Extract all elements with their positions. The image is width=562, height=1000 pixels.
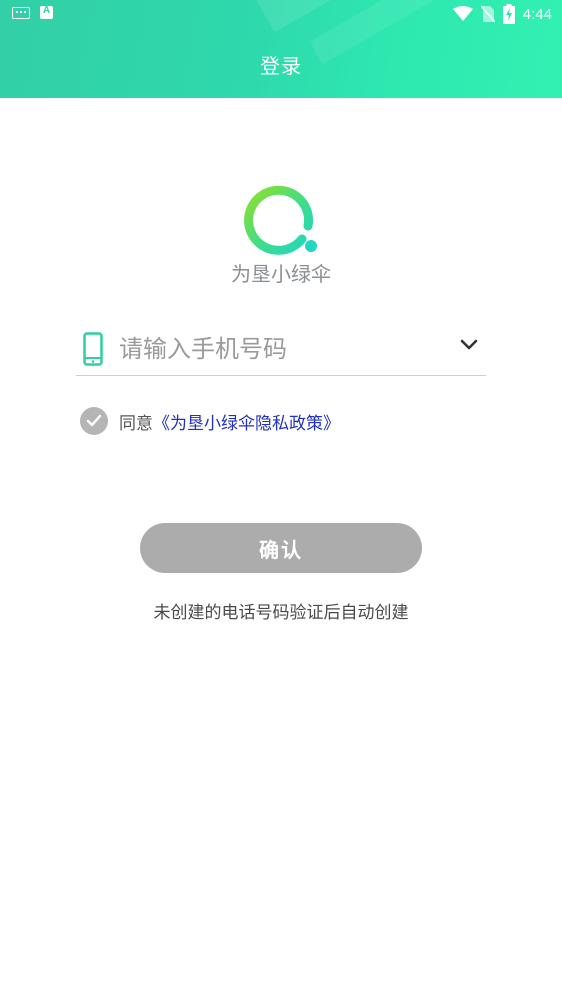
app-header: A 4:44 登录 bbox=[0, 0, 562, 98]
font-a-icon: A bbox=[40, 5, 53, 19]
wifi-icon bbox=[452, 6, 473, 21]
page-title: 登录 bbox=[260, 54, 302, 78]
phone-field bbox=[76, 322, 486, 376]
keyboard-icon bbox=[12, 6, 30, 19]
status-time: 4:44 bbox=[522, 5, 552, 23]
battery-charging-icon bbox=[502, 4, 515, 24]
agreement-row: 同意 《为垦小绿伞隐私政策》 bbox=[80, 407, 340, 435]
mobile-phone-icon bbox=[83, 331, 103, 366]
confirm-button[interactable]: 确认 bbox=[140, 523, 422, 573]
checkmark-icon bbox=[86, 414, 102, 427]
agree-checkbox[interactable] bbox=[80, 407, 108, 435]
auto-create-hint: 未创建的电话号码验证后自动创建 bbox=[153, 603, 409, 623]
brand-name: 为垦小绿伞 bbox=[231, 262, 331, 286]
phone-input[interactable] bbox=[119, 334, 439, 363]
privacy-policy-link[interactable]: 《为垦小绿伞隐私政策》 bbox=[153, 409, 340, 434]
agree-label: 同意 bbox=[119, 413, 153, 434]
logo-ring-icon bbox=[244, 185, 317, 255]
no-sim-icon bbox=[480, 5, 495, 23]
chevron-down-icon[interactable] bbox=[460, 336, 478, 354]
status-bar: A 4:44 bbox=[0, 0, 562, 28]
